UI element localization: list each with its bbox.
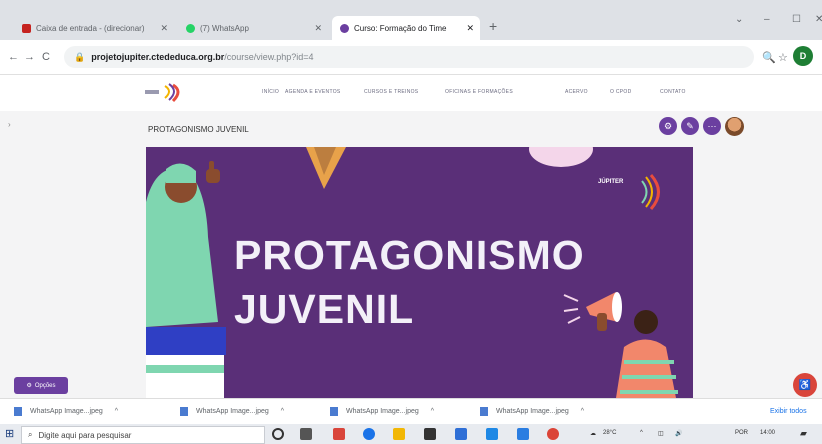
nav-cpod[interactable]: O CPOD	[610, 89, 632, 95]
lock-icon: 🔒	[74, 51, 86, 62]
tab-title: Caixa de entrada - (direcionar)	[36, 23, 145, 33]
cortana-icon[interactable]	[272, 428, 284, 440]
jupiter-banner-logo-text: JÚPITER	[598, 179, 624, 185]
network-icon[interactable]: ◫	[658, 430, 664, 437]
options-label: Opções	[34, 382, 56, 389]
tray-chevron-up-icon[interactable]: ^	[640, 430, 643, 436]
course-content: PROTAGONISMO JUVENIL ⚙ ✎ ⋯ JÚPITER PROTA…	[143, 117, 760, 398]
more-icon[interactable]: ⋯	[703, 117, 721, 135]
zoom-icon[interactable]: 🔍	[762, 51, 776, 64]
download-item[interactable]: WhatsApp Image...jpeg ^	[14, 407, 118, 416]
close-icon[interactable]: ✕	[308, 23, 328, 34]
gmail-icon	[22, 23, 31, 33]
windows-start-icon[interactable]: ⊞	[5, 427, 14, 440]
page-title: PROTAGONISMO JUVENIL	[148, 125, 249, 134]
drawer-toggle-icon[interactable]: ›	[8, 120, 11, 129]
web-page: INÍCIO AGENDA E EVENTOS CURSOS E TREINOS…	[0, 75, 822, 398]
jupiter-logo[interactable]	[143, 81, 185, 103]
new-tab-button[interactable]: +	[489, 18, 497, 34]
file-icon	[330, 407, 338, 416]
tab-search-icon[interactable]: ⌄	[735, 14, 743, 25]
banner-title-line1: PROTAGONISMO	[234, 232, 585, 278]
download-filename: WhatsApp Image...jpeg	[496, 408, 569, 415]
language-indicator[interactable]: POR	[735, 430, 748, 436]
address-bar-row: ← → C 🔒 projetojupiter.ctededuca.org.br …	[0, 40, 822, 75]
os-taskbar: ⊞ ⌕ Digite aqui para pesquisar ☁ 28°C ^ …	[0, 424, 822, 444]
whatsapp-icon	[186, 23, 195, 33]
task-view-icon[interactable]	[300, 428, 312, 440]
tab-inbox[interactable]: Caixa de entrada - (direcionar) ✕	[14, 16, 174, 40]
volume-icon[interactable]: 🔊	[675, 430, 682, 437]
url-path: /course/view.php?id=4	[224, 52, 314, 62]
chrome-icon[interactable]	[547, 428, 559, 440]
taskbar-search-input[interactable]: ⌕ Digite aqui para pesquisar	[21, 426, 265, 444]
nav-oficinas[interactable]: OFICINAS E FORMAÇÕES	[445, 89, 513, 95]
minimize-icon[interactable]: –	[764, 14, 770, 25]
file-icon	[180, 407, 188, 416]
nav-contato[interactable]: CONTATO	[660, 89, 686, 95]
profile-avatar[interactable]: D	[793, 46, 813, 66]
chevron-up-icon[interactable]: ^	[115, 408, 118, 415]
options-button[interactable]: ⚙ Opções	[14, 377, 68, 394]
file-icon	[480, 407, 488, 416]
banner-title: PROTAGONISMO JUVENIL	[234, 228, 585, 336]
banner-title-line2: JUVENIL	[234, 286, 415, 332]
weather-temp[interactable]: 28°C	[603, 430, 616, 436]
chevron-up-icon[interactable]: ^	[581, 408, 584, 415]
downloads-bar: WhatsApp Image...jpeg ^ WhatsApp Image...…	[0, 398, 822, 425]
maximize-icon[interactable]: ☐	[792, 14, 801, 25]
file-icon	[14, 407, 22, 416]
gear-icon: ⚙	[26, 383, 32, 389]
nav-acervo[interactable]: ACERVO	[565, 89, 588, 95]
course-actions: ⚙ ✎ ⋯	[659, 117, 744, 136]
tab-title: Curso: Formação do Time	[354, 23, 447, 33]
download-item[interactable]: WhatsApp Image...jpeg ^	[330, 407, 434, 416]
close-icon[interactable]: ✕	[460, 23, 480, 34]
search-icon: ⌕	[28, 430, 33, 439]
chevron-up-icon[interactable]: ^	[431, 408, 434, 415]
download-filename: WhatsApp Image...jpeg	[346, 408, 419, 415]
download-item[interactable]: WhatsApp Image...jpeg ^	[480, 407, 584, 416]
file-explorer-icon[interactable]	[393, 428, 405, 440]
search-placeholder: Digite aqui para pesquisar	[38, 430, 132, 440]
download-filename: WhatsApp Image...jpeg	[30, 408, 103, 415]
mail-icon[interactable]	[486, 428, 498, 440]
browser-tab-strip: Caixa de entrada - (direcionar) ✕ (7) Wh…	[0, 0, 822, 40]
edit-icon[interactable]: ✎	[681, 117, 699, 135]
nav-cursos[interactable]: CURSOS E TREINOS	[364, 89, 418, 95]
site-favicon-icon	[340, 23, 349, 33]
clock-time[interactable]: 14:00	[760, 430, 775, 436]
tab-whatsapp[interactable]: (7) WhatsApp ✕	[178, 16, 328, 40]
course-banner: JÚPITER PROTAGONISMO JUVENIL	[146, 147, 693, 398]
accessibility-icon[interactable]: ♿	[793, 373, 817, 397]
app-icon-2[interactable]	[455, 428, 467, 440]
avatar[interactable]	[725, 117, 744, 136]
url-field[interactable]: 🔒 projetojupiter.ctededuca.org.br /cours…	[64, 46, 754, 68]
nav-agenda[interactable]: AGENDA E EVENTOS	[285, 89, 341, 95]
tab-title: (7) WhatsApp	[200, 23, 249, 33]
site-header: INÍCIO AGENDA E EVENTOS CURSOS E TREINOS…	[0, 75, 822, 111]
store-icon[interactable]	[424, 428, 436, 440]
url-host: projetojupiter.ctededuca.org.br	[91, 52, 225, 62]
settings-icon[interactable]: ⚙	[659, 117, 677, 135]
app-icon-3[interactable]	[517, 428, 529, 440]
back-icon[interactable]: ←	[8, 51, 19, 63]
reload-icon[interactable]: C	[42, 51, 50, 63]
close-window-icon[interactable]: ✕	[815, 14, 822, 25]
chevron-up-icon[interactable]: ^	[281, 408, 284, 415]
show-all-downloads-link[interactable]: Exibir todos	[770, 408, 807, 415]
browser-app-icon[interactable]	[363, 428, 375, 440]
notifications-icon[interactable]: ▰	[800, 428, 807, 439]
tab-course[interactable]: Curso: Formação do Time ✕	[332, 16, 480, 40]
nav-inicio[interactable]: INÍCIO	[262, 89, 279, 95]
download-filename: WhatsApp Image...jpeg	[196, 408, 269, 415]
download-item[interactable]: WhatsApp Image...jpeg ^	[180, 407, 284, 416]
forward-icon[interactable]: →	[24, 51, 35, 63]
bookmark-star-icon[interactable]: ☆	[778, 51, 788, 64]
close-icon[interactable]: ✕	[154, 23, 174, 34]
weather-icon: ☁	[590, 431, 596, 437]
app-icon-1[interactable]	[333, 428, 345, 440]
